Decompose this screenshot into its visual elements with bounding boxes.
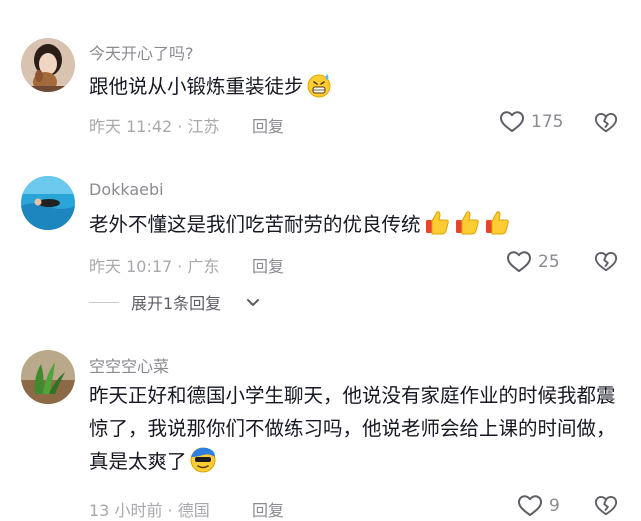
broken-heart-icon[interactable] xyxy=(594,250,618,274)
reply-button[interactable]: 回复 xyxy=(252,497,284,521)
grimace-sweat-emoji-icon xyxy=(306,72,332,108)
thumbs-up-emoji-icon xyxy=(423,208,451,246)
chevron-down-icon xyxy=(247,299,259,306)
expand-replies-button[interactable]: 展开1条回复 xyxy=(0,290,641,314)
avatar[interactable] xyxy=(21,176,75,230)
comment-meta: 13 小时前 · 德国 xyxy=(89,501,210,520)
like-count: 175 xyxy=(531,112,564,132)
cool-face-emoji-icon xyxy=(189,445,217,483)
like-button[interactable]: 175 xyxy=(499,110,563,134)
reply-button[interactable]: 回复 xyxy=(252,253,284,277)
comment-text: 昨天正好和德国小学生聊天，他说没有家庭作业的时候我都震惊了，我说那你们不做练习吗… xyxy=(89,379,629,483)
heart-outline-icon xyxy=(507,251,531,272)
username[interactable]: Dokkaebi xyxy=(89,180,164,199)
thumbs-up-emoji-icon xyxy=(453,208,481,246)
expand-replies-label: 展开1条回复 xyxy=(131,294,222,313)
comment-text-content: 昨天正好和德国小学生聊天，他说没有家庭作业的时候我都震惊了，我说那你们不做练习吗… xyxy=(89,384,616,473)
divider xyxy=(89,302,119,303)
comment-text: 跟他说从小锻炼重装徒步 xyxy=(89,70,629,108)
broken-heart-icon[interactable] xyxy=(594,494,618,518)
thumbs-up-emoji-icon xyxy=(483,208,511,246)
username[interactable]: 今天开心了吗? xyxy=(89,40,194,64)
username[interactable]: 空空空心菜 xyxy=(89,353,169,377)
like-button[interactable]: 9 xyxy=(517,494,560,518)
broken-heart-icon[interactable] xyxy=(594,111,618,135)
comment-text-content: 老外不懂这是我们吃苦耐劳的优良传统 xyxy=(89,213,421,236)
heart-outline-icon xyxy=(518,495,542,516)
heart-outline-icon xyxy=(500,111,524,132)
comment-meta: 昨天 10:17 · 广东 xyxy=(89,257,220,276)
avatar[interactable] xyxy=(21,350,75,404)
like-count: 25 xyxy=(538,252,560,272)
reply-button[interactable]: 回复 xyxy=(252,113,284,137)
like-button[interactable]: 25 xyxy=(506,250,560,274)
comment-text-content: 跟他说从小锻炼重装徒步 xyxy=(89,75,304,98)
avatar[interactable] xyxy=(21,38,75,92)
comment-meta: 昨天 11:42 · 江苏 xyxy=(89,117,220,136)
comment-text: 老外不懂这是我们吃苦耐劳的优良传统 xyxy=(89,208,629,246)
like-count: 9 xyxy=(549,496,560,516)
